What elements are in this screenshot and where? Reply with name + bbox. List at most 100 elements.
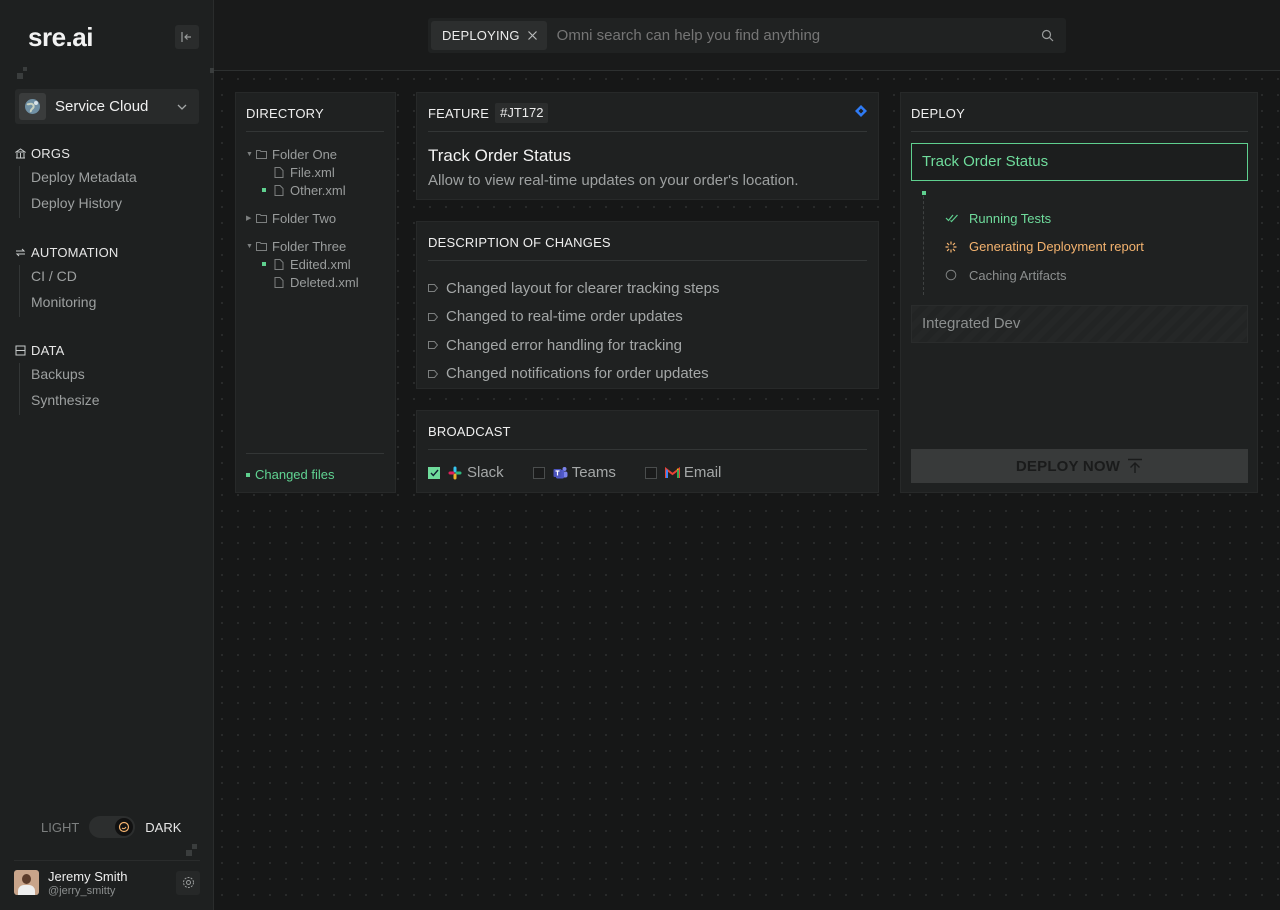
- tree-file[interactable]: Deleted.xml: [246, 273, 359, 291]
- panel-title: DESCRIPTION OF CHANGES: [428, 235, 611, 250]
- nav-item-backups[interactable]: Backups: [20, 363, 99, 389]
- org-selector[interactable]: Service Cloud: [15, 89, 199, 124]
- folder-name: Folder Three: [272, 238, 347, 254]
- channel-teams[interactable]: Teams: [532, 464, 616, 481]
- status-filter-chip[interactable]: DEPLOYING: [431, 21, 547, 50]
- feature-description: Allow to view real-time updates on your …: [428, 172, 799, 189]
- teams-checkbox[interactable]: [532, 466, 545, 479]
- file-name: Deleted.xml: [290, 274, 359, 290]
- theme-dark-label[interactable]: DARK: [145, 820, 181, 835]
- tag-icon: [428, 369, 446, 378]
- user-name: Jeremy Smith: [48, 868, 128, 884]
- gear-icon: [182, 877, 194, 888]
- panel-title: DEPLOY: [911, 106, 965, 121]
- theme-light-label[interactable]: LIGHT: [41, 820, 79, 835]
- pipeline-step: Running Tests: [945, 204, 1144, 233]
- broadcast-panel: BROADCAST Slack Teams Email: [416, 410, 879, 493]
- chevron-down-icon: [177, 104, 187, 110]
- pipeline-timeline: [923, 191, 924, 295]
- user-handle: @jerry_smitty: [48, 884, 116, 897]
- slack-checkbox[interactable]: [428, 466, 440, 479]
- feature-name: Track Order Status: [428, 146, 571, 165]
- repeat-icon: [15, 247, 27, 259]
- changes-list: Changed layout for clearer tracking step…: [428, 274, 719, 388]
- deploy-target[interactable]: Track Order Status: [911, 143, 1248, 181]
- file-name: Edited.xml: [290, 256, 351, 272]
- channel-email[interactable]: Email: [644, 464, 721, 481]
- decor-corner: [23, 67, 27, 71]
- tree-folder[interactable]: ▼ Folder One: [246, 145, 359, 163]
- settings-button[interactable]: [176, 870, 200, 895]
- change-text: Changed to real-time order updates: [446, 308, 683, 326]
- nav-item-deploy-history[interactable]: Deploy History: [20, 192, 137, 218]
- org-name: Service Cloud: [55, 98, 149, 115]
- user-profile: Jeremy Smith @jerry_smitty: [14, 860, 200, 904]
- list-item: Changed layout for clearer tracking step…: [428, 274, 719, 303]
- nav-item-synthesize[interactable]: Synthesize: [20, 389, 99, 415]
- pipeline-steps: Running Tests Generating Deployment repo…: [945, 204, 1144, 290]
- pipeline-step: Generating Deployment report: [945, 233, 1144, 262]
- channel-label: Slack: [467, 464, 504, 481]
- moon-icon: [115, 818, 134, 836]
- decor-corner: [17, 73, 23, 79]
- database-icon: [15, 345, 27, 357]
- tree-file[interactable]: Edited.xml: [246, 255, 359, 273]
- collapse-sidebar-button[interactable]: [175, 25, 199, 49]
- spinner-icon: [945, 241, 969, 253]
- list-item: Changed error handling for tracking: [428, 331, 719, 360]
- gmail-icon: [664, 465, 680, 480]
- avatar[interactable]: [14, 870, 39, 895]
- pipeline-step: Caching Artifacts: [945, 261, 1144, 290]
- caret-down-icon[interactable]: ▼: [246, 151, 256, 158]
- channel-label: Teams: [571, 464, 616, 481]
- search-icon[interactable]: [1041, 29, 1055, 43]
- nav-section-data: DATA Backups Synthesize: [15, 343, 99, 415]
- deploy-button-label: DEPLOY NOW: [1015, 457, 1121, 475]
- tag-icon: [428, 284, 446, 293]
- folder-name: Folder Two: [272, 210, 337, 226]
- feature-id-badge[interactable]: #JT172: [495, 103, 549, 123]
- tree-file[interactable]: Other.xml: [246, 181, 359, 199]
- decor-corner: [192, 844, 197, 849]
- nav-item-deploy-metadata[interactable]: Deploy Metadata: [20, 166, 137, 192]
- tag-icon: [428, 341, 446, 350]
- nav-item-monitoring[interactable]: Monitoring: [20, 291, 118, 317]
- teams-icon: [553, 465, 568, 480]
- change-text: Changed error handling for tracking: [446, 336, 682, 354]
- search-input[interactable]: [556, 27, 1041, 44]
- close-icon[interactable]: [527, 30, 539, 42]
- directory-panel: DIRECTORY ▼ Folder One File.xml Other.xm…: [235, 92, 396, 493]
- file-tree: ▼ Folder One File.xml Other.xml ▶ Folder…: [246, 145, 359, 291]
- channel-slack[interactable]: Slack: [428, 464, 504, 481]
- caret-right-icon[interactable]: ▶: [246, 214, 256, 222]
- legend-label: Changed files: [255, 467, 335, 482]
- panel-title: BROADCAST: [428, 424, 511, 439]
- theme-toggle[interactable]: [89, 816, 136, 838]
- building-icon: [15, 148, 27, 160]
- nav-item-ci-cd[interactable]: CI / CD: [20, 265, 118, 291]
- jira-icon[interactable]: [855, 105, 867, 117]
- step-label: Caching Artifacts: [969, 267, 1067, 283]
- tree-file[interactable]: File.xml: [246, 163, 359, 181]
- list-item: Changed to real-time order updates: [428, 303, 719, 332]
- file-icon: [274, 258, 290, 270]
- step-label: Running Tests: [969, 210, 1052, 226]
- target-environment[interactable]: Integrated Dev: [911, 305, 1248, 343]
- panel-title: FEATURE: [428, 105, 490, 121]
- divider: [428, 449, 867, 450]
- change-text: Changed layout for clearer tracking step…: [446, 279, 720, 297]
- file-icon: [274, 184, 290, 196]
- changed-marker: [262, 262, 266, 266]
- email-checkbox[interactable]: [644, 466, 657, 479]
- feature-header: FEATURE #JT172: [428, 103, 549, 123]
- folder-icon: [256, 213, 272, 223]
- step-label: Generating Deployment report: [969, 239, 1144, 255]
- deploy-panel: DEPLOY Track Order Status Running Tests …: [900, 92, 1258, 493]
- tree-folder[interactable]: ▶ Folder Two: [246, 209, 359, 227]
- tree-folder[interactable]: ▼ Folder Three: [246, 237, 359, 255]
- folder-icon: [256, 149, 272, 159]
- app-logo[interactable]: sre.ai: [28, 22, 93, 53]
- divider: [246, 453, 384, 454]
- deploy-now-button[interactable]: DEPLOY NOW: [911, 449, 1248, 483]
- caret-down-icon[interactable]: ▼: [246, 243, 256, 250]
